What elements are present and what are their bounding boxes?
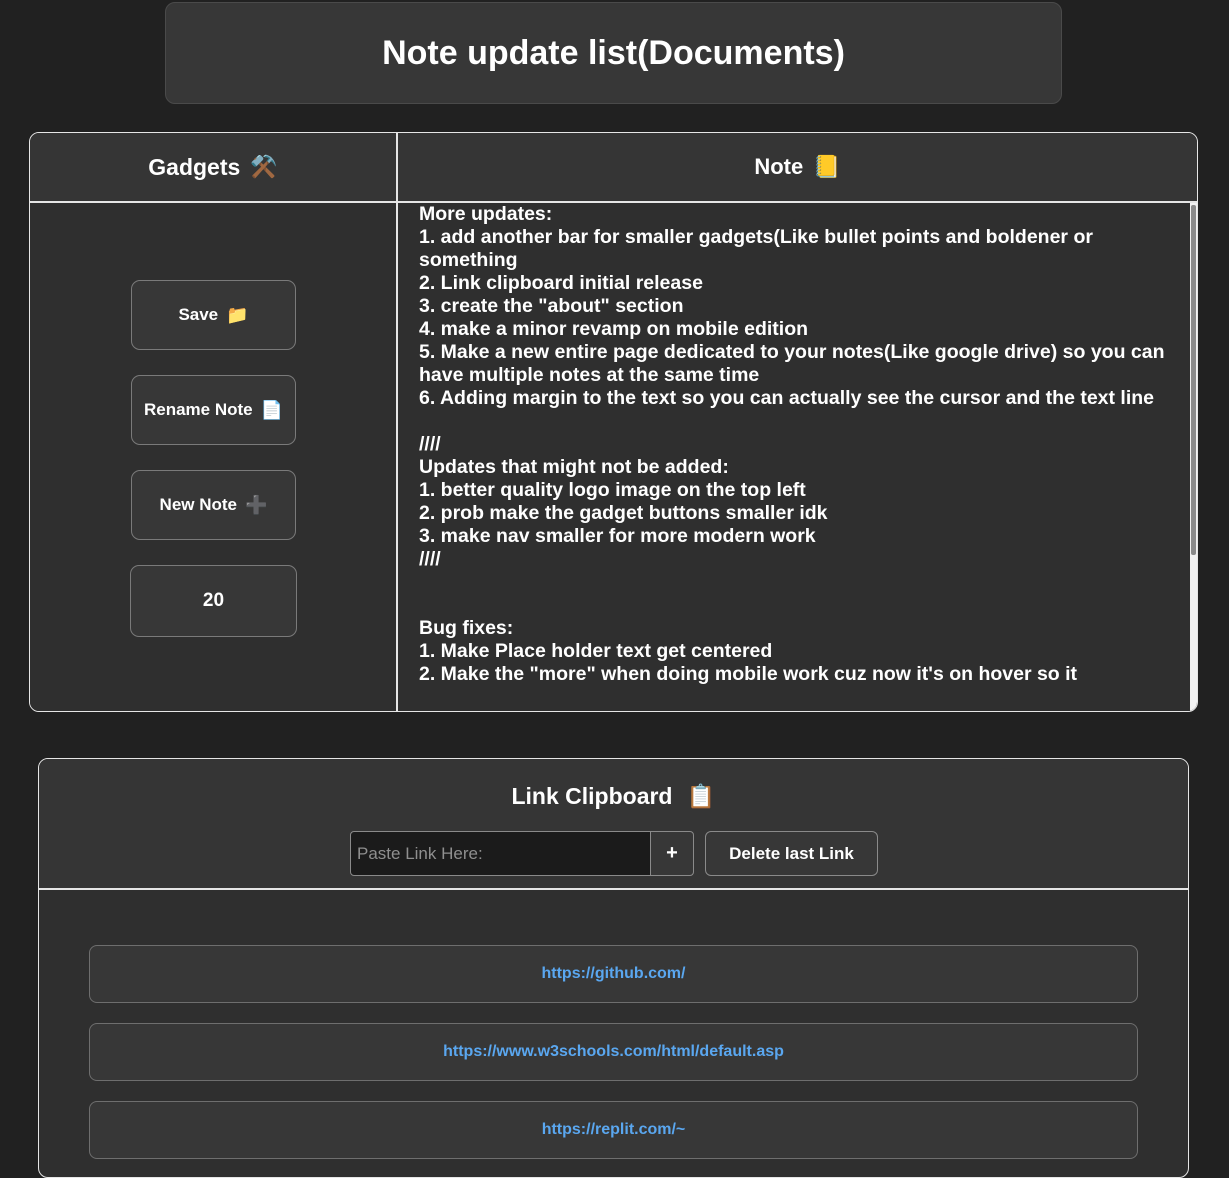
link-input[interactable] (350, 831, 651, 876)
gadgets-title: Gadgets (148, 153, 241, 180)
plus-icon: ➕ (245, 494, 268, 515)
new-note-button[interactable]: New Note ➕ (131, 470, 296, 540)
folder-icon: 📁 (226, 304, 249, 325)
note-content[interactable]: More updates: 1. add another bar for sma… (419, 203, 1179, 686)
notebook-icon: 📒 (813, 154, 841, 179)
rename-note-button-label: Rename Note (143, 400, 253, 419)
link-item-url[interactable]: https://www.w3schools.com/html/default.a… (443, 1043, 784, 1061)
save-button[interactable]: Save 📁 (131, 280, 296, 350)
gadgets-header: Gadgets ⚒️ (30, 133, 398, 203)
link-item: https://replit.com/~ (89, 1101, 1138, 1159)
link-item-url[interactable]: https://replit.com/~ (542, 1121, 686, 1139)
page-header: Note update list(Documents) (165, 2, 1062, 104)
page-title: Note update list(Documents) (382, 33, 845, 72)
document-icon: 📄 (260, 399, 284, 420)
link-clipboard-title-text: Link Clipboard (511, 783, 673, 809)
link-item: https://github.com/ (89, 945, 1138, 1003)
note-textarea[interactable]: More updates: 1. add another bar for sma… (400, 203, 1197, 711)
link-clipboard-header: Link Clipboard 📋 + Delete last Link (39, 759, 1188, 890)
gadgets-panel: Save 📁 Rename Note 📄 New Note ➕ 20 (30, 203, 398, 711)
new-note-button-label: New Note (159, 495, 238, 514)
note-title: Note (754, 154, 804, 179)
hammer-pick-icon: ⚒️ (250, 154, 278, 179)
note-scrollbar[interactable] (1190, 203, 1197, 711)
note-scrollbar-thumb[interactable] (1191, 205, 1196, 555)
rename-note-button[interactable]: Rename Note 📄 (131, 375, 296, 445)
character-counter: 20 (130, 565, 297, 637)
save-button-label: Save (178, 305, 219, 324)
delete-last-link-button[interactable]: Delete last Link (705, 831, 878, 876)
link-clipboard: Link Clipboard 📋 + Delete last Link http… (38, 758, 1189, 1178)
clipboard-icon: 📋 (686, 783, 716, 809)
link-clipboard-title: Link Clipboard 📋 (39, 783, 1188, 810)
note-editor: Gadgets ⚒️ Note 📒 Save 📁 Rename Note 📄 N… (29, 132, 1198, 712)
link-item-url[interactable]: https://github.com/ (542, 965, 686, 983)
link-item: https://www.w3schools.com/html/default.a… (89, 1023, 1138, 1081)
add-link-button[interactable]: + (650, 831, 694, 876)
note-header: Note 📒 (398, 133, 1197, 203)
